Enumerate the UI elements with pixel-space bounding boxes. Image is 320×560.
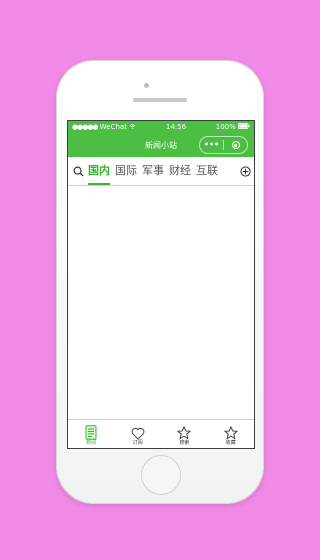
- bottom-tab-bar: 新闻 订阅 搜索 收藏: [68, 419, 254, 448]
- battery-label: 100%: [215, 123, 236, 131]
- tabbar-subscribe[interactable]: 订阅: [115, 420, 162, 448]
- more-dots-icon[interactable]: •••: [200, 140, 223, 150]
- add-tab-button[interactable]: [236, 165, 254, 177]
- search-button[interactable]: [68, 166, 88, 177]
- target-icon: [231, 141, 240, 149]
- status-bar: ●●●●● WeChat 14:56 100%: [68, 121, 254, 133]
- nav-bar: 新闻小站 •••: [68, 133, 254, 157]
- tab-domestic[interactable]: 国内: [88, 157, 110, 185]
- app-screen: ●●●●● WeChat 14:56 100% 新闻小站 ••• 国内 国际 军…: [67, 120, 255, 449]
- category-tabs: 国内 国际 军事 财经 互联: [68, 157, 254, 186]
- phone-camera: [144, 83, 149, 88]
- tabbar-label: 订阅: [132, 440, 143, 446]
- page-title: 新闻小站: [145, 140, 177, 150]
- home-button[interactable]: [141, 455, 181, 495]
- phone-speaker: [133, 98, 187, 102]
- wifi-icon: [129, 124, 136, 129]
- carrier-label: WeChat: [99, 123, 127, 131]
- signal-icon: ●●●●●: [72, 123, 99, 131]
- star-icon: [223, 426, 238, 440]
- heart-icon: [131, 427, 145, 440]
- tab-finance[interactable]: 财经: [169, 157, 191, 185]
- search-icon: [73, 166, 84, 177]
- news-list: [68, 186, 254, 416]
- tabbar-favorites[interactable]: 收藏: [208, 420, 255, 448]
- tab-list: 国内 国际 军事 财经 互联: [88, 157, 236, 185]
- add-circle-icon: [239, 165, 251, 177]
- tabbar-label: 新闻: [86, 440, 97, 446]
- document-icon: [85, 425, 97, 440]
- tabbar-news[interactable]: 新闻: [68, 420, 115, 448]
- star-icon: [177, 426, 192, 440]
- close-button[interactable]: [224, 141, 247, 149]
- tabbar-label: 搜索: [179, 440, 190, 446]
- tabbar-search[interactable]: 搜索: [161, 420, 208, 448]
- tab-internet[interactable]: 互联: [196, 157, 218, 185]
- status-time: 14:56: [165, 123, 187, 131]
- tabbar-label: 收藏: [225, 440, 236, 446]
- battery-icon: [237, 123, 250, 129]
- tab-international[interactable]: 国际: [115, 157, 137, 185]
- status-left: ●●●●● WeChat: [72, 123, 136, 131]
- tab-military[interactable]: 军事: [142, 157, 164, 185]
- status-right: 100%: [216, 123, 250, 131]
- mini-program-capsule: •••: [199, 136, 248, 154]
